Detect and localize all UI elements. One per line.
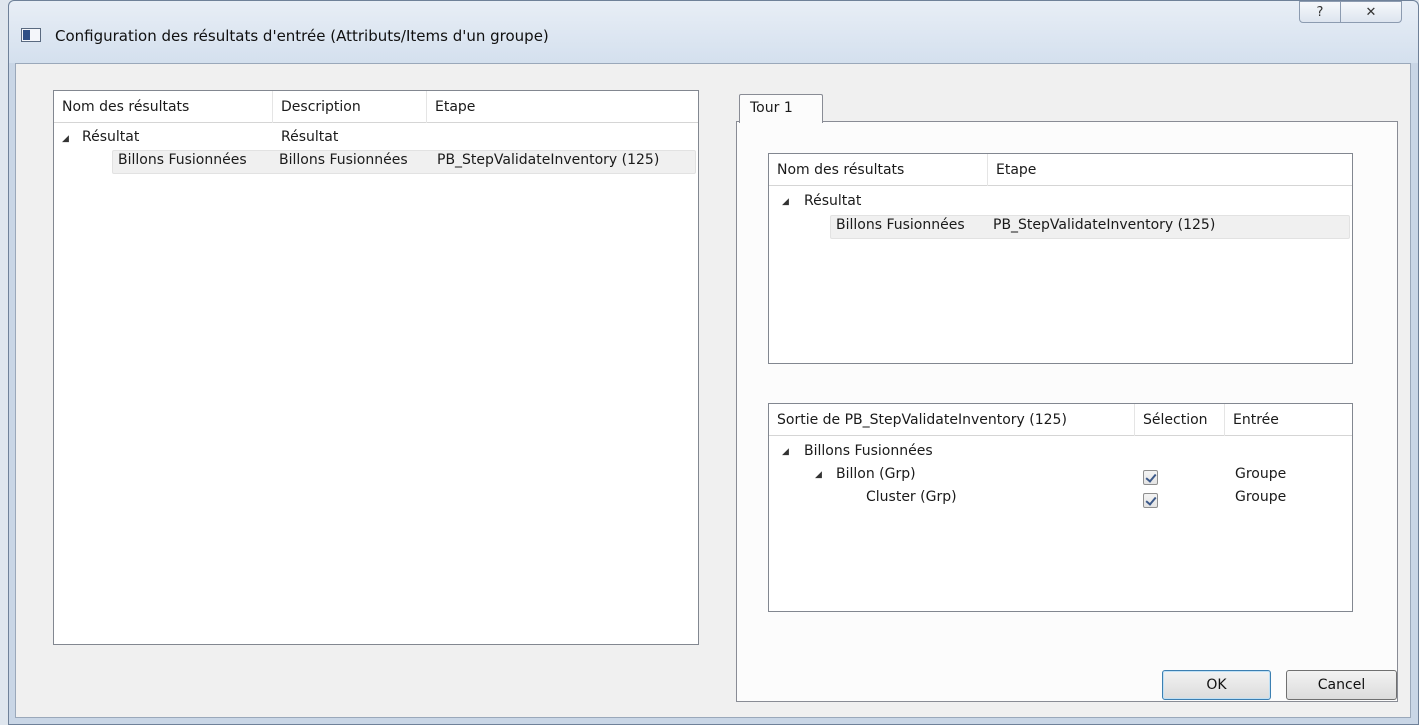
- round-results-tree[interactable]: Nom des résultats Etape ◢ Résultat Billo…: [768, 153, 1353, 364]
- column-header-input[interactable]: Entrée: [1225, 404, 1353, 436]
- tree-row-name[interactable]: Billons Fusionnées: [804, 443, 933, 459]
- window-title: Configuration des résultats d'entrée (At…: [55, 27, 549, 45]
- round-results-tree-header: Nom des résultats Etape: [769, 154, 1352, 186]
- column-header-step: Etape: [996, 162, 1037, 178]
- dialog-client-area: Nom des résultats Description Etape ◢ Ré…: [15, 63, 1411, 718]
- help-icon: ?: [1316, 4, 1324, 20]
- selection-checkbox[interactable]: [1143, 470, 1158, 485]
- tree-row-name[interactable]: Billons Fusionnées: [118, 152, 247, 168]
- tab-pane: Nom des résultats Etape ◢ Résultat Billo…: [736, 121, 1398, 702]
- tree-row-name[interactable]: Billon (Grp): [836, 466, 916, 482]
- expand-triangle-icon[interactable]: ◢: [782, 197, 789, 207]
- tree-row-input: Groupe: [1235, 489, 1287, 505]
- expand-triangle-icon[interactable]: ◢: [782, 447, 789, 457]
- tree-row-description: Billons Fusionnées: [279, 152, 408, 168]
- output-selection-tree[interactable]: Sortie de PB_StepValidateInventory (125)…: [768, 403, 1353, 612]
- tree-row-name[interactable]: Cluster (Grp): [866, 489, 957, 505]
- column-header-step[interactable]: Etape: [427, 91, 699, 123]
- selection-checkbox[interactable]: [1143, 493, 1158, 508]
- output-selection-tree-header: Sortie de PB_StepValidateInventory (125)…: [769, 404, 1352, 436]
- close-icon: ✕: [1365, 4, 1377, 20]
- column-header-description[interactable]: Description: [273, 91, 427, 123]
- column-header-selection[interactable]: Sélection: [1135, 404, 1225, 436]
- help-button[interactable]: ?: [1299, 1, 1341, 23]
- tab-tour-1[interactable]: Tour 1: [739, 94, 823, 123]
- app-icon: [21, 28, 41, 42]
- ok-button[interactable]: OK: [1162, 670, 1271, 700]
- tree-row-name[interactable]: Billons Fusionnées: [836, 217, 965, 233]
- tree-row-step: PB_StepValidateInventory (125): [437, 152, 660, 168]
- column-header-output[interactable]: Sortie de PB_StepValidateInventory (125): [769, 404, 1135, 436]
- tree-row-step: PB_StepValidateInventory (125): [993, 217, 1216, 233]
- results-tree[interactable]: Nom des résultats Description Etape ◢ Ré…: [53, 90, 699, 645]
- results-tree-header: Nom des résultats Description Etape: [54, 91, 698, 123]
- tree-row-name[interactable]: Résultat: [804, 193, 861, 209]
- expand-triangle-icon[interactable]: ◢: [815, 470, 822, 480]
- tree-row-description: Résultat: [281, 129, 339, 145]
- tree-row-name[interactable]: Résultat: [82, 129, 139, 145]
- close-button[interactable]: ✕: [1340, 1, 1402, 23]
- title-bar: Configuration des résultats d'entrée (At…: [9, 1, 1418, 63]
- column-header-name[interactable]: Nom des résultats: [769, 154, 988, 186]
- column-header-name[interactable]: Nom des résultats: [54, 91, 273, 123]
- expand-triangle-icon[interactable]: ◢: [62, 134, 69, 144]
- cancel-button[interactable]: Cancel: [1286, 670, 1397, 700]
- tree-row-input: Groupe: [1235, 466, 1287, 482]
- dialog-window: Configuration des résultats d'entrée (At…: [8, 0, 1419, 725]
